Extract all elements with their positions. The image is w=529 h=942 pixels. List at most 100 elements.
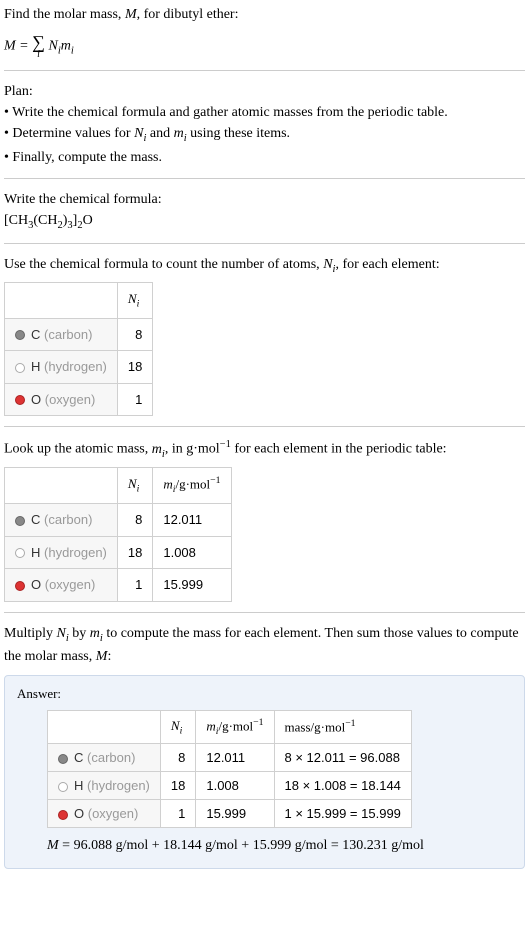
- ni-value: 1: [117, 569, 152, 602]
- carbon-dot-icon: [15, 330, 25, 340]
- multiply-block: Multiply Ni by mi to compute the mass fo…: [4, 623, 525, 668]
- element-cell: C (carbon): [48, 744, 161, 772]
- atom-count-table: Ni C (carbon) 8 H (hydrogen) 18 O (oxyge…: [4, 282, 153, 417]
- carbon-dot-icon: [15, 516, 25, 526]
- table-row: H (hydrogen) 18 1.008: [5, 536, 232, 569]
- table-row: C (carbon) 8 12.011 8 × 12.011 = 96.088: [48, 744, 412, 772]
- mi-header: mi/g·mol−1: [153, 467, 231, 504]
- count-atoms-post: , for each element:: [335, 257, 439, 272]
- element-symbol: H: [31, 359, 40, 374]
- intro-suffix: , for dibutyl ether:: [137, 7, 239, 22]
- lookup-pre: Look up the atomic mass,: [4, 442, 152, 457]
- element-cell: H (hydrogen): [5, 351, 118, 384]
- molar-mass-eq: M = ∑i Nimi: [4, 33, 525, 60]
- table-row: C (carbon) 8: [5, 318, 153, 351]
- answer-label: Answer:: [17, 686, 512, 702]
- mi-value: 1.008: [153, 536, 231, 569]
- mass-header: mass/g·mol−1: [274, 711, 411, 744]
- atomic-mass-table: Ni mi/g·mol−1 C (carbon) 8 12.011 H (hyd…: [4, 467, 232, 602]
- blank-header: [48, 711, 161, 744]
- ni-header: Ni: [117, 467, 152, 504]
- table-row: O (oxygen) 1 15.999 1 × 15.999 = 15.999: [48, 800, 412, 828]
- multiply-post2: :: [107, 649, 111, 664]
- ni-value: 1: [160, 800, 195, 828]
- plan-block: Plan: • Write the chemical formula and g…: [4, 81, 525, 168]
- element-cell: H (hydrogen): [5, 536, 118, 569]
- multiply-mid: by: [69, 626, 90, 641]
- table-row: H (hydrogen) 18 1.008 18 × 1.008 = 18.14…: [48, 772, 412, 800]
- element-cell: O (oxygen): [48, 800, 161, 828]
- element-cell: H (hydrogen): [48, 772, 161, 800]
- write-formula-heading: Write the chemical formula:: [4, 189, 525, 210]
- oxygen-dot-icon: [15, 395, 25, 405]
- plan-item-3: • Finally, compute the mass.: [4, 147, 525, 168]
- element-cell: O (oxygen): [5, 383, 118, 416]
- intro-line: Find the molar mass, M, for dibutyl ethe…: [4, 4, 525, 25]
- ni-value: 18: [160, 772, 195, 800]
- element-cell: O (oxygen): [5, 569, 118, 602]
- carbon-dot-icon: [58, 754, 68, 764]
- plan-item-3-text: Finally, compute the mass.: [12, 150, 162, 165]
- lookup-mid: , in g·mol: [165, 442, 220, 457]
- blank-header: [5, 467, 118, 504]
- oxygen-dot-icon: [15, 581, 25, 591]
- hydrogen-dot-icon: [15, 363, 25, 373]
- plan-item-2-post: using these items.: [187, 126, 290, 141]
- mi-value: 12.011: [153, 504, 231, 537]
- element-name: (hydrogen): [44, 359, 107, 374]
- ni-header: Ni: [117, 282, 152, 318]
- element-name: (carbon): [44, 327, 92, 342]
- table-header-row: Ni mi/g·mol−1: [5, 467, 232, 504]
- blank-header: [5, 282, 118, 318]
- ni-value: 8: [117, 504, 152, 537]
- element-name: (oxygen): [45, 392, 96, 407]
- ni-value: 8: [117, 318, 152, 351]
- mass-value: 8 × 12.011 = 96.088: [274, 744, 411, 772]
- answer-box: Answer: Ni mi/g·mol−1 mass/g·mol−1 C (ca…: [4, 675, 525, 869]
- plan-item-1: • Write the chemical formula and gather …: [4, 102, 525, 123]
- final-equation: M = 96.088 g/mol + 18.144 g/mol + 15.999…: [47, 838, 512, 854]
- plan-item-1-text: Write the chemical formula and gather at…: [12, 105, 448, 120]
- table-header-row: Ni: [5, 282, 153, 318]
- ni-value: 18: [117, 536, 152, 569]
- element-symbol: O: [31, 392, 41, 407]
- eq-lhs: M: [47, 838, 59, 853]
- multiply-pre: Multiply: [4, 626, 57, 641]
- divider: [4, 612, 525, 613]
- divider: [4, 243, 525, 244]
- count-atoms-block: Use the chemical formula to count the nu…: [4, 254, 525, 416]
- mi-value: 12.011: [196, 744, 274, 772]
- element-cell: C (carbon): [5, 504, 118, 537]
- chemical-formula: [CH3(CH2)3]2O: [4, 210, 525, 234]
- plan-item-2-pre: Determine values for: [12, 126, 134, 141]
- intro-var-M: M: [125, 7, 137, 22]
- table-header-row: Ni mi/g·mol−1 mass/g·mol−1: [48, 711, 412, 744]
- write-formula-block: Write the chemical formula: [CH3(CH2)3]2…: [4, 189, 525, 234]
- table-row: O (oxygen) 1: [5, 383, 153, 416]
- answer-table: Ni mi/g·mol−1 mass/g·mol−1 C (carbon) 8 …: [47, 710, 412, 828]
- divider: [4, 70, 525, 71]
- ni-value: 8: [160, 744, 195, 772]
- mi-value: 1.008: [196, 772, 274, 800]
- plan-item-2: • Determine values for Ni and mi using t…: [4, 123, 525, 147]
- element-cell: C (carbon): [5, 318, 118, 351]
- table-row: C (carbon) 8 12.011: [5, 504, 232, 537]
- ni-value: 1: [117, 383, 152, 416]
- hydrogen-dot-icon: [15, 548, 25, 558]
- mi-header: mi/g·mol−1: [196, 711, 274, 744]
- mass-value: 1 × 15.999 = 15.999: [274, 800, 411, 828]
- plan-heading: Plan:: [4, 81, 525, 102]
- count-atoms-pre: Use the chemical formula to count the nu…: [4, 257, 323, 272]
- divider: [4, 426, 525, 427]
- divider: [4, 178, 525, 179]
- table-row: O (oxygen) 1 15.999: [5, 569, 232, 602]
- lookup-exp: −1: [220, 439, 231, 450]
- mi-value: 15.999: [153, 569, 231, 602]
- mi-value: 15.999: [196, 800, 274, 828]
- element-symbol: C: [31, 327, 40, 342]
- mass-value: 18 × 1.008 = 18.144: [274, 772, 411, 800]
- eq-rhs: = 96.088 g/mol + 18.144 g/mol + 15.999 g…: [59, 838, 424, 853]
- oxygen-dot-icon: [58, 810, 68, 820]
- lookup-post: for each element in the periodic table:: [231, 442, 447, 457]
- ni-value: 18: [117, 351, 152, 384]
